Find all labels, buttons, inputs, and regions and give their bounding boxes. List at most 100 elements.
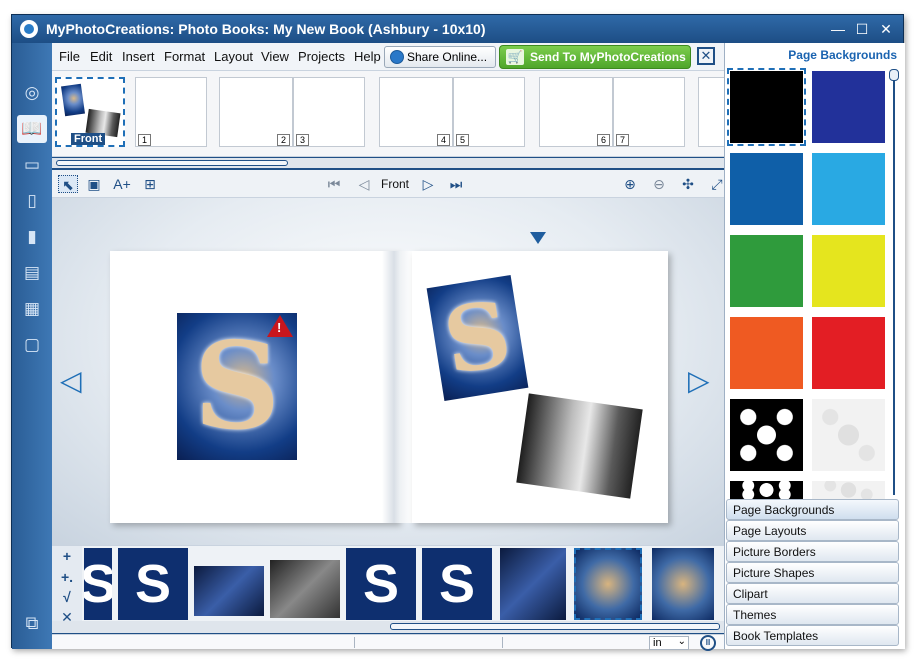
background-swatch-damask-light[interactable] [812, 399, 885, 471]
photo-letter: S [437, 280, 518, 396]
menu-layout[interactable]: Layout [214, 49, 253, 64]
background-swatch-sky[interactable] [812, 153, 885, 225]
panel-scrollbar[interactable] [888, 69, 900, 499]
background-swatch-red[interactable] [812, 317, 885, 389]
close-window-button[interactable]: ✕ [876, 20, 896, 38]
background-swatch-black[interactable] [727, 68, 806, 146]
tab-book-templates[interactable]: Book Templates [726, 625, 899, 646]
spine-icon[interactable]: ▯ [17, 187, 47, 215]
right-page[interactable]: S [412, 251, 668, 523]
background-swatch-navy[interactable] [812, 71, 885, 143]
panel-scroll-track [893, 77, 895, 495]
add-frame-icon[interactable]: ⊞ [140, 175, 160, 193]
page-number: 3 [296, 134, 309, 146]
page-thumb-front[interactable]: Front [55, 77, 125, 147]
tray-letter: S [438, 554, 476, 614]
page-thumb-6[interactable]: 6 [539, 77, 613, 147]
copy-pages-icon[interactable]: ⧉ [20, 613, 44, 637]
maximize-button[interactable]: ☐ [852, 20, 872, 38]
tray-photo[interactable]: S [84, 548, 112, 620]
last-page-icon[interactable]: ⏭ [446, 175, 466, 193]
first-page-icon[interactable]: ⏮ [324, 175, 344, 193]
page-photo-s[interactable]: S [426, 275, 529, 401]
background-swatch-damask-black-2[interactable] [730, 481, 803, 499]
page-thumb-7[interactable]: 7 [613, 77, 685, 147]
menu-edit[interactable]: Edit [90, 49, 112, 64]
next-spread-arrow-icon[interactable]: ▷ [688, 364, 710, 397]
fit-page-icon[interactable]: ✣ [678, 175, 698, 193]
zoom-out-icon[interactable]: ⊖ [649, 175, 669, 193]
tray-photo[interactable]: S [118, 548, 188, 620]
background-swatch-green[interactable] [730, 235, 803, 307]
unit-select[interactable]: in ⌄ [649, 636, 689, 650]
add-photo-icon[interactable]: + [59, 548, 75, 564]
tab-page-layouts[interactable]: Page Layouts [726, 520, 899, 541]
tray-scroll-thumb[interactable] [390, 623, 720, 630]
prev-page-icon[interactable]: ◁ [354, 175, 374, 193]
low-resolution-warning-icon[interactable] [267, 315, 293, 337]
page-thumb-2[interactable]: 2 [219, 77, 293, 147]
check-icon[interactable]: √ [59, 589, 75, 605]
unit-value: in [653, 637, 662, 649]
tab-picture-shapes[interactable]: Picture Shapes [726, 562, 899, 583]
tab-themes[interactable]: Themes [726, 604, 899, 625]
minimize-button[interactable]: — [828, 20, 848, 38]
prev-spread-arrow-icon[interactable]: ◁ [60, 364, 82, 397]
page-thumb-3[interactable]: 3 [293, 77, 365, 147]
page-icon[interactable]: ▮ [17, 223, 47, 251]
zoom-in-icon[interactable]: ⊕ [620, 175, 640, 193]
tray-scrollbar[interactable] [52, 621, 724, 633]
send-to-myphotocreations-button[interactable]: 🛒 Send To MyPhotoCreations [499, 45, 691, 69]
tab-clipart[interactable]: Clipart [726, 583, 899, 604]
book-spine [382, 251, 412, 523]
background-swatch-yellow[interactable] [812, 235, 885, 307]
add-text-icon[interactable]: A+ [112, 175, 132, 193]
left-page[interactable]: S [110, 251, 398, 523]
menu-view[interactable]: View [261, 49, 289, 64]
pause-icon[interactable]: II [700, 635, 716, 651]
add-photo-icon[interactable]: ▣ [84, 175, 104, 193]
close-panel-icon[interactable]: ✕ [697, 47, 715, 65]
tab-page-backgrounds[interactable]: Page Backgrounds [726, 499, 899, 520]
settings-icon[interactable]: ◎ [17, 79, 47, 107]
background-swatch-orange[interactable] [730, 317, 803, 389]
background-swatch-blue[interactable] [730, 153, 803, 225]
book-icon[interactable]: 📖 [17, 115, 47, 143]
tray-letter: S [362, 554, 400, 614]
tray-photo[interactable]: S [422, 548, 492, 620]
select-tool-icon[interactable]: ⬉ [58, 175, 78, 193]
panel-scroll-thumb[interactable] [889, 69, 899, 81]
tray-photo[interactable]: S [346, 548, 416, 620]
page-thumb-4[interactable]: 4 [379, 77, 453, 147]
add-multiple-icon[interactable]: +. [59, 569, 75, 585]
page-thumb-5[interactable]: 5 [453, 77, 525, 147]
page-photo-forest[interactable] [516, 393, 643, 499]
share-online-button[interactable]: Share Online... [384, 46, 496, 68]
tray-photo[interactable] [194, 566, 264, 616]
cover-icon[interactable]: ▭ [17, 151, 47, 179]
background-swatch-damask-light-2[interactable] [812, 481, 885, 499]
menu-file[interactable]: File [59, 49, 80, 64]
tray-photo[interactable] [500, 548, 566, 620]
current-page-label: Front [381, 177, 410, 191]
spread-icon[interactable]: ▤ [17, 259, 47, 287]
menu-format[interactable]: Format [164, 49, 205, 64]
tray-photo-selected[interactable] [574, 548, 642, 620]
layers-icon[interactable]: ▦ [17, 295, 47, 323]
page-number: 6 [597, 134, 610, 146]
page-canvas: ◁ ▷ S S [52, 198, 724, 545]
back-cover-icon[interactable]: ▢ [17, 331, 47, 359]
send-label: Send To MyPhotoCreations [530, 50, 686, 64]
next-page-icon[interactable]: ▷ [418, 175, 438, 193]
filmstrip-scrollbar[interactable] [52, 158, 724, 168]
tray-photo[interactable] [270, 560, 340, 618]
menu-projects[interactable]: Projects [298, 49, 345, 64]
page-thumb-1[interactable]: 1 [135, 77, 207, 147]
panel-title: Page Backgrounds [788, 48, 897, 62]
tab-picture-borders[interactable]: Picture Borders [726, 541, 899, 562]
menu-insert[interactable]: Insert [122, 49, 155, 64]
background-swatch-damask-black[interactable] [730, 399, 803, 471]
tray-photo[interactable] [652, 548, 714, 620]
filmstrip-scroll-thumb[interactable] [56, 160, 288, 166]
menu-help[interactable]: Help [354, 49, 381, 64]
